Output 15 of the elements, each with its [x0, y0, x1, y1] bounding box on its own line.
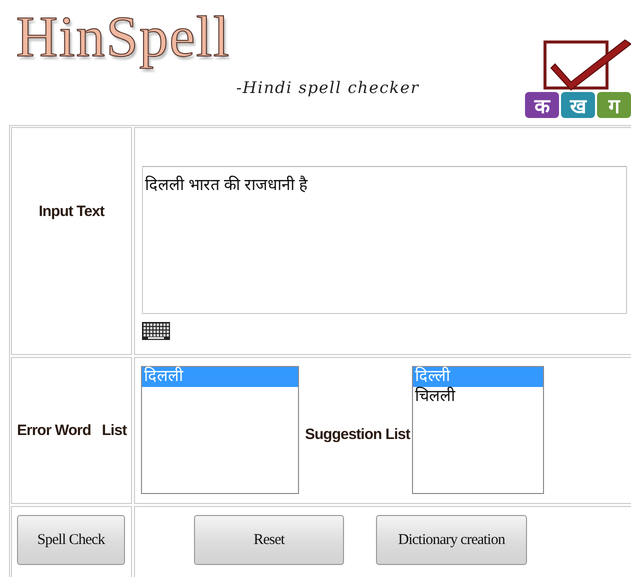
- letter-tile: क: [525, 92, 559, 118]
- list-option[interactable]: चिलली: [413, 387, 543, 407]
- input-text-label: Input Text: [38, 202, 104, 220]
- input-text-area[interactable]: दिलली भारत की राजधानी है: [142, 166, 627, 314]
- suggestion-list-label: Suggestion List: [305, 426, 410, 443]
- keyboard-icon[interactable]: [142, 322, 170, 340]
- error-word-list-label: Error Word List: [17, 422, 127, 439]
- action-button[interactable]: Reset: [194, 515, 344, 565]
- letter-tile: ग: [597, 92, 631, 118]
- spell-check-button[interactable]: Spell Check: [17, 515, 125, 565]
- letter-tile: ख: [561, 92, 595, 118]
- suggestion-list[interactable]: दिल्ली चिलली: [412, 366, 544, 494]
- action-button[interactable]: Dictionary creation: [376, 515, 527, 565]
- app-logo: HinSpell: [16, 8, 230, 66]
- tagline: -Hindi spell checker: [236, 78, 420, 97]
